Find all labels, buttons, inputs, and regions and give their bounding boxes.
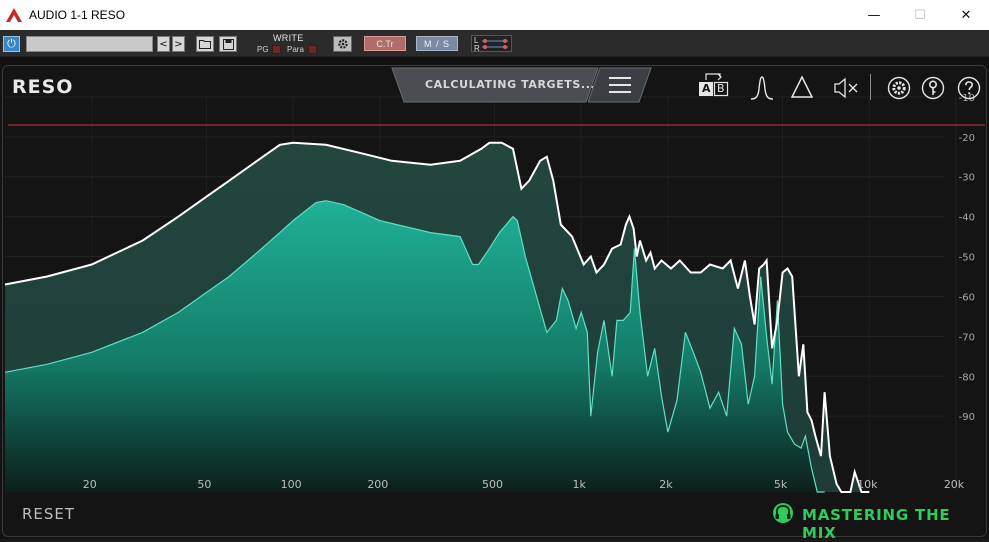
y-tick-label: -80 — [959, 372, 975, 383]
folder-icon — [199, 40, 211, 49]
ab-compare-button[interactable]: A B — [697, 71, 731, 99]
window-titlebar: AUDIO 1-1 RESO — ☐ ✕ — [0, 0, 989, 30]
save-icon — [222, 38, 234, 50]
mid-side-button[interactable]: M / S — [416, 36, 458, 51]
x-tick-label: 20k — [944, 478, 965, 491]
minimize-button[interactable]: — — [851, 0, 897, 30]
y-tick-label: -40 — [959, 213, 975, 224]
x-tick-label: 100 — [281, 478, 302, 491]
bell-curve-icon[interactable] — [750, 75, 774, 101]
ab-a-label: A — [702, 82, 711, 95]
x-tick-label: 50 — [197, 478, 211, 491]
reso-plugin: -10 -20 -30 -40 -50 -60 -70 -80 -90 20 50 100 200 50… — [0, 57, 989, 542]
prev-preset-button[interactable]: < — [157, 36, 170, 52]
para-label: Para — [287, 45, 304, 54]
next-preset-button[interactable]: > — [172, 36, 185, 52]
y-tick-label: -30 — [959, 173, 975, 184]
y-axis-ticks: -10-20-30-40-50-60-70-80-90 — [959, 93, 975, 423]
ctr-button[interactable]: C.Tr — [364, 36, 406, 51]
key-icon[interactable] — [921, 76, 945, 100]
brand-icon — [773, 503, 793, 523]
spectrum-graph[interactable]: -10-20-30-40-50-60-70-80-90 20 50 100 200 50… — [0, 57, 989, 539]
power-button[interactable]: ⏻ — [3, 36, 20, 52]
settings-icon[interactable] — [887, 76, 911, 100]
close-button[interactable]: ✕ — [943, 0, 989, 30]
x-tick-label: 200 — [367, 478, 388, 491]
help-icon[interactable] — [957, 76, 981, 100]
host-settings-button[interactable] — [333, 36, 352, 52]
host-toolbar: ⏻ < > WRITE PG Para C.Tr M / S L R — [0, 30, 989, 57]
x-tick-label: 5k — [774, 478, 788, 491]
channel-routing[interactable]: L R — [471, 35, 512, 53]
x-tick-label: 10k — [857, 478, 878, 491]
triangle-icon[interactable] — [790, 75, 814, 99]
x-tick-label: 2k — [659, 478, 673, 491]
brand-name: MASTERING THE MIX — [802, 506, 951, 542]
x-tick-label: 1k — [572, 478, 586, 491]
power-icon: ⏻ — [7, 37, 16, 50]
x-tick-label: 20 — [83, 478, 97, 491]
para-toggle[interactable] — [308, 45, 317, 54]
pg-label: PG — [257, 45, 269, 54]
y-tick-label: -50 — [959, 253, 975, 264]
ab-b-label: B — [717, 82, 725, 95]
window-title: AUDIO 1-1 RESO — [29, 8, 126, 22]
y-tick-label: -60 — [959, 292, 975, 303]
preset-field[interactable] — [26, 36, 153, 52]
save-preset-button[interactable] — [219, 36, 237, 52]
toolbar-divider — [870, 74, 871, 100]
maximize-button[interactable]: ☐ — [897, 0, 943, 30]
y-tick-label: -70 — [959, 332, 975, 343]
gear-icon — [337, 39, 348, 49]
speaker-mute-icon[interactable] — [833, 77, 859, 99]
reset-button[interactable]: RESET — [22, 505, 75, 523]
open-preset-button[interactable] — [196, 36, 214, 52]
y-tick-label: -90 — [959, 412, 975, 423]
plugin-logo: RESO — [12, 76, 74, 98]
x-tick-label: 500 — [482, 478, 503, 491]
routing-icon — [482, 39, 508, 49]
y-tick-label: -20 — [959, 133, 975, 144]
pg-toggle[interactable] — [272, 45, 281, 54]
menu-button[interactable] — [588, 67, 652, 103]
write-label: WRITE — [273, 33, 304, 43]
app-logo-icon — [6, 8, 22, 22]
right-channel-label: R — [474, 44, 480, 53]
status-text: CALCULATING TARGETS... — [425, 78, 596, 91]
